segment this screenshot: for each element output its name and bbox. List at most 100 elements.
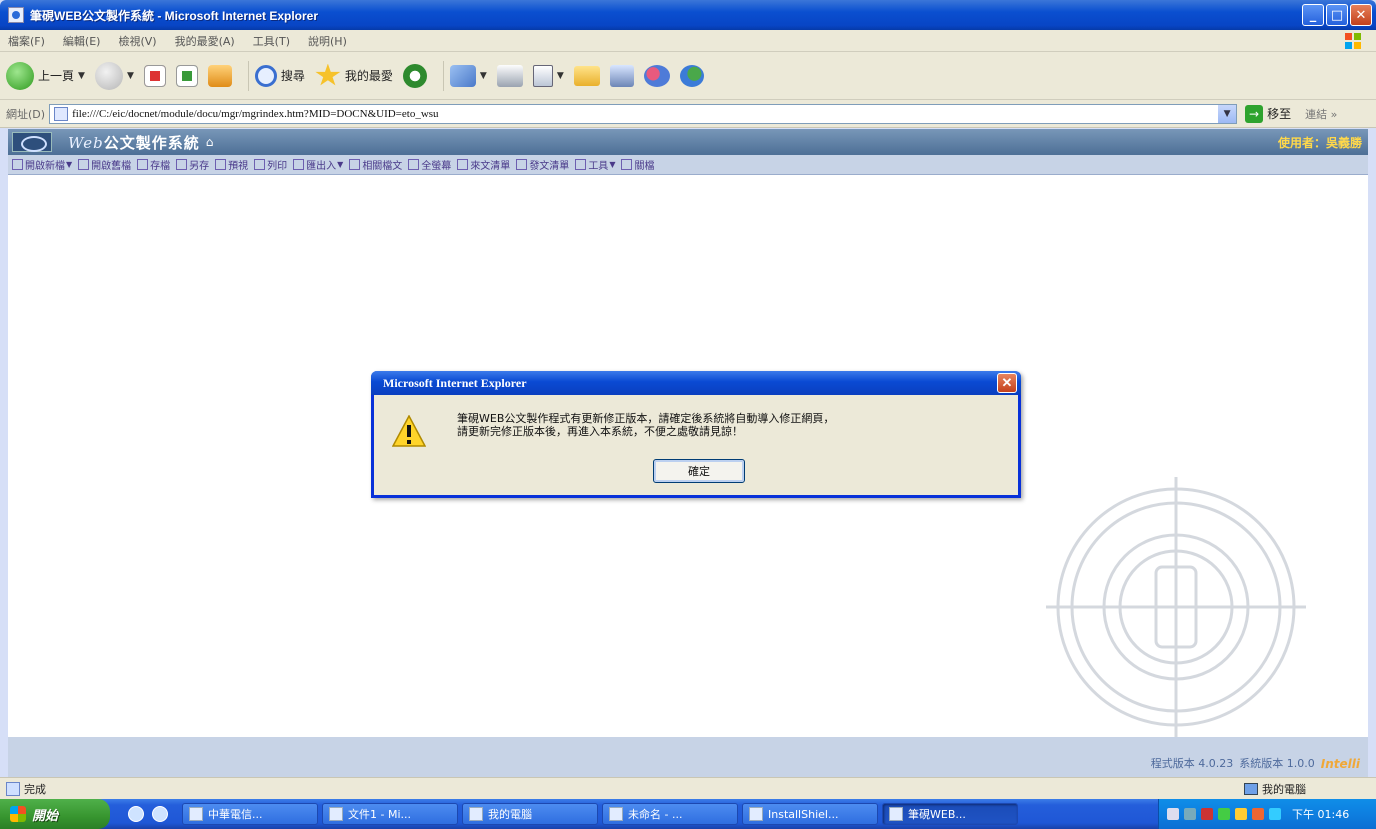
menu-file[interactable]: 檔案(F) [8, 33, 45, 49]
mail-icon [449, 64, 476, 87]
task-button[interactable]: 未命名 - ... [602, 803, 738, 825]
favorites-button[interactable]: 我的最愛 [315, 63, 393, 88]
app-header: Web公文製作系統 ⌂ 使用者：吳義勝 [8, 129, 1368, 155]
volume-icon[interactable] [1235, 808, 1247, 820]
tool-save-as[interactable]: 另存 [176, 157, 209, 172]
back-label: 上一頁 [38, 69, 75, 83]
back-arrow-icon [6, 61, 34, 90]
keyboard-icon[interactable] [1167, 808, 1179, 820]
new-file-icon [12, 159, 23, 170]
messenger-icon [643, 64, 670, 87]
folder-icon [573, 65, 600, 86]
close-button[interactable]: ✕ [1350, 4, 1372, 26]
task-button[interactable]: 中華電信... [182, 803, 318, 825]
tool-close-file[interactable]: 關檔 [621, 157, 654, 172]
back-button[interactable]: 上一頁 ▼ [6, 61, 85, 90]
go-button[interactable]: → 移至 [1245, 104, 1291, 123]
chevron-down-icon: ▼ [609, 160, 616, 169]
task-button[interactable]: 文件1 - Mi... [322, 803, 458, 825]
refresh-button[interactable] [175, 64, 198, 87]
tool-related-docs[interactable]: 相關檔文 [349, 157, 402, 172]
clock: 下午 01:46 [1292, 808, 1350, 821]
menu-view[interactable]: 檢視(V) [118, 33, 156, 49]
dialog-titlebar[interactable]: Microsoft Internet Explorer ✕ [371, 371, 1021, 395]
task-label: 未命名 - ... [628, 808, 683, 821]
task-label: InstallShiel... [768, 807, 839, 821]
home-icon [207, 64, 232, 87]
menu-tools[interactable]: 工具(T) [253, 33, 290, 49]
tool-outgoing-list[interactable]: 發文清單 [516, 157, 569, 172]
refresh-icon [175, 64, 198, 87]
tool-save[interactable]: 存檔 [137, 157, 170, 172]
tool-new-file[interactable]: 開啟新檔 ▼ [12, 157, 72, 172]
windows-flag-icon [10, 806, 26, 822]
network-icon[interactable] [1184, 808, 1196, 820]
tool-label: 預視 [228, 161, 249, 172]
start-button[interactable]: 開始 [0, 799, 110, 829]
tools-icon [575, 159, 587, 170]
home-icon[interactable]: ⌂ [206, 135, 214, 149]
messenger-button[interactable] [643, 64, 670, 87]
minimize-button[interactable]: _ [1302, 4, 1324, 26]
address-label: 網址(D) [6, 107, 46, 121]
search-icon [254, 64, 277, 87]
related-docs-icon [349, 159, 361, 170]
forward-button[interactable]: ▼ [94, 61, 134, 90]
update-icon[interactable] [1269, 808, 1281, 820]
app-toolbar: 開啟新檔 ▼ 開啟舊檔 存檔 另存 預視 列印 匯出入 ▼ 相關檔文 全螢幕 來文清… [8, 155, 1368, 175]
home-button[interactable] [207, 64, 232, 87]
menu-edit[interactable]: 編輯(E) [63, 33, 101, 49]
antivirus-icon[interactable] [1201, 808, 1213, 820]
address-dropdown-icon[interactable]: ▼ [1218, 104, 1237, 123]
import-export-icon [293, 159, 305, 170]
status-bar: 完成 我的電腦 [0, 777, 1376, 799]
watermark-emblem-icon [1046, 477, 1306, 737]
address-input[interactable]: file:///C:/eic/docnet/module/docu/mgr/mg… [49, 103, 1238, 124]
start-label: 開始 [32, 808, 59, 824]
dialog-message: 筆硯WEB公文製作程式有更新修正版本，請確定後系統將自動導入修正網頁， 請更新完… [457, 412, 834, 438]
desktop-quicklaunch-icon[interactable] [152, 806, 168, 822]
tool-incoming-list[interactable]: 來文清單 [457, 157, 510, 172]
links-toolbar[interactable]: 連結 » [1305, 106, 1337, 122]
edit-button[interactable]: ▼ [532, 64, 564, 87]
task-label: 我的電腦 [488, 808, 532, 821]
ie-page-icon [8, 7, 24, 23]
tool-print[interactable]: 列印 [254, 157, 287, 172]
tool-import-export[interactable]: 匯出入 ▼ [293, 157, 343, 172]
menu-help[interactable]: 說明(H) [308, 33, 347, 49]
address-bar: 網址(D) file:///C:/eic/docnet/module/docu/… [0, 100, 1376, 128]
stop-button[interactable] [143, 64, 166, 87]
print-button[interactable] [496, 64, 523, 87]
my-computer-icon [469, 807, 483, 821]
folder-button[interactable] [573, 65, 600, 86]
program-version: 程式版本 4.0.23 [1150, 757, 1234, 770]
task-button[interactable]: 我的電腦 [462, 803, 598, 825]
tool-open-file[interactable]: 開啟舊檔 [78, 157, 131, 172]
tool-tools[interactable]: 工具 ▼ [575, 157, 615, 172]
window-titlebar[interactable]: 筆硯WEB公文製作系統 - Microsoft Internet Explore… [0, 0, 1376, 30]
ok-button[interactable]: 確定 [653, 459, 745, 483]
history-icon [402, 63, 427, 88]
dialog-close-button[interactable]: ✕ [997, 373, 1017, 393]
menu-favorites[interactable]: 我的最愛(A) [175, 33, 235, 49]
close-x-icon [621, 159, 633, 170]
task-button-active[interactable]: 筆硯WEB... [882, 803, 1018, 825]
word-doc-icon [329, 807, 343, 821]
maximize-button[interactable]: □ [1326, 4, 1348, 26]
tool-fullscreen[interactable]: 全螢幕 [408, 157, 451, 172]
tool-preview[interactable]: 預視 [215, 157, 248, 172]
search-button[interactable]: 搜尋 [254, 64, 305, 87]
messenger-tray-icon[interactable] [1218, 808, 1230, 820]
tool-label: 匯出入 [306, 161, 337, 172]
research-button[interactable] [609, 64, 634, 87]
shield-icon[interactable] [1252, 808, 1264, 820]
dialog-message-line: 請更新完修正版本後，再進入本系統，不便之處敬請見諒！ [457, 425, 743, 438]
ie-page-icon [189, 807, 203, 821]
chevron-down-icon: ▼ [479, 70, 487, 81]
history-button[interactable] [402, 63, 427, 88]
task-button[interactable]: InstallShiel... [742, 803, 878, 825]
ie-quicklaunch-icon[interactable] [128, 806, 144, 822]
contacts-button[interactable] [679, 64, 704, 87]
mail-button[interactable]: ▼ [449, 64, 487, 87]
toolbar-separator [442, 60, 444, 91]
